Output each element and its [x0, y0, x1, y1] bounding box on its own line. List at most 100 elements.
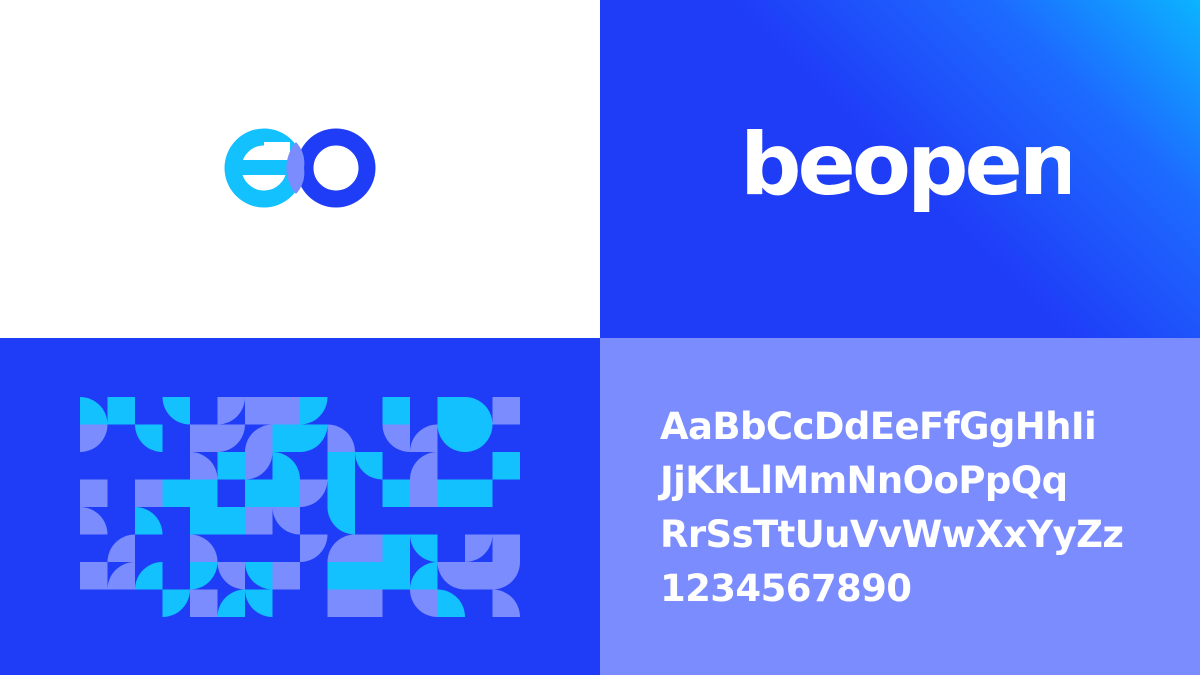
pattern-quarter-circle	[80, 507, 108, 535]
pattern-quarter-circle	[410, 589, 438, 617]
pattern-square	[245, 479, 273, 507]
pattern-quarter-circle	[327, 424, 355, 452]
pattern-square	[245, 397, 273, 425]
pattern-quarter-circle	[190, 534, 218, 562]
pattern-quarter-circle	[107, 479, 135, 507]
pattern-quarter-circle	[492, 479, 520, 507]
specimen-line-4: 1234567890	[660, 567, 912, 610]
pattern-square	[272, 479, 300, 507]
pattern-quarter-circle	[217, 397, 245, 425]
pattern-square	[382, 534, 410, 562]
pattern-square	[437, 479, 465, 507]
pattern-square	[107, 397, 135, 425]
wordmark-text: beopen	[740, 118, 1070, 215]
pattern-square	[465, 479, 493, 507]
pattern-square	[492, 397, 520, 425]
pattern-quarter-circle	[437, 452, 465, 480]
pattern-quarter-circle	[410, 507, 438, 535]
pattern-quarter-circle	[135, 507, 163, 535]
pattern-square	[245, 507, 273, 535]
type-specimen: AaBbCcDdEeFfGgHhIi JjKkLlMmNnOoPpQq RrSs…	[660, 400, 1124, 616]
pattern-square	[355, 534, 383, 562]
pattern-square	[80, 479, 108, 507]
pattern-quarter-circle	[492, 562, 520, 590]
pattern-quarter-circle	[410, 424, 438, 452]
pattern-quarter-circle	[272, 507, 300, 535]
pattern-square	[355, 562, 383, 590]
pattern-quarter-circle	[190, 562, 218, 590]
pattern-quarter-circle	[300, 562, 328, 590]
pattern-quarter-circle	[382, 424, 410, 452]
pattern-quarter-circle	[107, 562, 135, 590]
pattern-quarter-circle	[300, 397, 328, 425]
pattern-square	[162, 479, 190, 507]
pattern-quarter-circle	[465, 534, 493, 562]
pattern-quarter-circle	[465, 424, 493, 452]
pattern-square	[80, 562, 108, 590]
pattern-quarter-circle	[107, 534, 135, 562]
pattern-square	[410, 479, 438, 507]
specimen-line-1: AaBbCcDdEeFfGgHhIi	[660, 405, 1097, 448]
pattern-square	[272, 562, 300, 590]
pattern-quarter-circle	[492, 589, 520, 617]
pattern-quarter-circle	[465, 397, 493, 425]
pattern-quarter-circle	[135, 589, 163, 617]
geometric-pattern	[80, 397, 520, 617]
pattern-quarter-circle	[162, 507, 190, 535]
pattern-square	[272, 424, 300, 452]
pattern-quarter-circle	[80, 397, 108, 425]
pattern-quarter-circle	[162, 562, 190, 590]
pattern-square	[190, 479, 218, 507]
pattern-square	[327, 452, 355, 480]
pattern-quarter-circle	[135, 397, 163, 425]
pattern-square	[217, 507, 245, 535]
pattern-square	[382, 397, 410, 425]
pattern-quarter-circle	[465, 507, 493, 535]
logo-mark-panel	[0, 0, 600, 338]
pattern-square	[190, 507, 218, 535]
pattern-square	[492, 452, 520, 480]
pattern-quarter-circle	[80, 424, 108, 452]
pattern-quarter-circle	[107, 424, 135, 452]
pattern-quarter-circle	[162, 397, 190, 425]
pattern-quarter-circle	[300, 479, 328, 507]
pattern-square	[382, 479, 410, 507]
pattern-quarter-circle	[217, 589, 245, 617]
pattern-square	[217, 452, 245, 480]
pattern-quarter-circle	[437, 562, 465, 590]
wordmark-logo: beopen	[740, 118, 1070, 215]
pattern-square	[327, 562, 355, 590]
pattern-quarter-circle	[410, 534, 438, 562]
pattern-quarter-circle	[190, 452, 218, 480]
pattern-quarter-circle	[135, 424, 163, 452]
pattern-quarter-circle	[382, 507, 410, 535]
pattern-square	[135, 479, 163, 507]
pattern-quarter-circle	[300, 534, 328, 562]
pattern-square	[272, 397, 300, 425]
pattern-square	[437, 397, 465, 425]
pattern-square	[382, 562, 410, 590]
pattern-quarter-circle	[465, 589, 493, 617]
pattern-quarter-circle	[410, 562, 438, 590]
pattern-square	[190, 589, 218, 617]
pattern-quarter-circle	[272, 534, 300, 562]
pattern-quarter-circle	[245, 589, 273, 617]
brand-board: beopen AaBbCcDdEeFfGgHhIi JjKkLlMmNnOoPp…	[0, 0, 1200, 675]
specimen-line-3: RrSsTtUuVvWwXxYyZz	[660, 513, 1124, 556]
pattern-quarter-circle	[410, 452, 438, 480]
pattern-quarter-circle	[272, 452, 300, 480]
pattern-square	[355, 589, 383, 617]
pattern-quarter-circle	[437, 424, 465, 452]
pattern-square	[327, 479, 355, 507]
pattern-quarter-circle	[300, 589, 328, 617]
pattern-quarter-circle	[217, 479, 245, 507]
pattern-square	[465, 562, 493, 590]
pattern-square	[492, 534, 520, 562]
pattern-quarter-circle	[327, 534, 355, 562]
pattern-square	[190, 424, 218, 452]
logo-mark-icon	[224, 128, 376, 208]
pattern-quarter-circle	[245, 424, 273, 452]
pattern-quarter-circle	[437, 589, 465, 617]
pattern-quarter-circle	[135, 562, 163, 590]
pattern-quarter-circle	[162, 589, 190, 617]
